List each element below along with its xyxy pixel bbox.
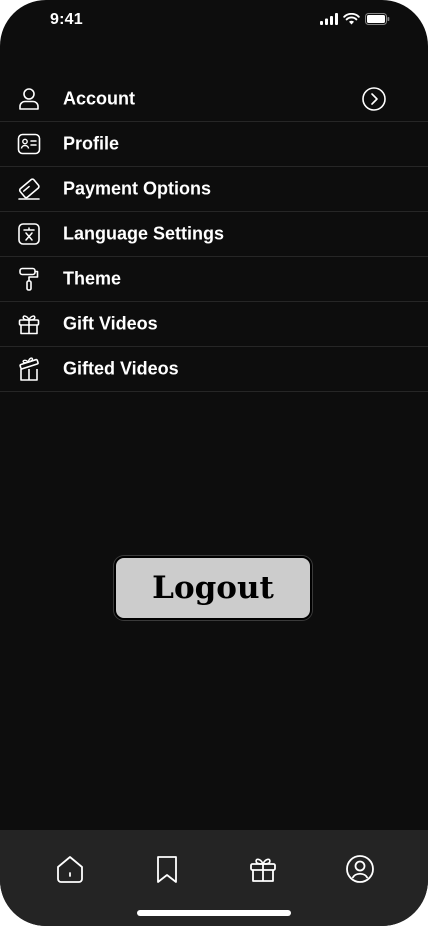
tab-home[interactable] bbox=[53, 852, 87, 886]
tab-profile[interactable] bbox=[343, 852, 377, 886]
status-icons bbox=[320, 13, 390, 25]
menu-item-gift-videos[interactable]: Gift Videos bbox=[0, 302, 428, 347]
menu-item-language-settings[interactable]: Language Settings bbox=[0, 212, 428, 257]
menu-item-payment-options[interactable]: Payment Options bbox=[0, 167, 428, 212]
card-icon bbox=[18, 178, 40, 200]
signal-icon bbox=[320, 13, 338, 25]
menu-item-account[interactable]: Account bbox=[0, 77, 428, 122]
logout-button[interactable]: Logout bbox=[114, 556, 312, 620]
chevron-right-circle-icon[interactable] bbox=[361, 86, 387, 112]
paint-roller-icon bbox=[19, 267, 39, 291]
menu-item-label: Gift Videos bbox=[63, 313, 158, 334]
user-icon bbox=[19, 88, 39, 110]
menu-item-label: Account bbox=[63, 88, 135, 109]
gifted-icon bbox=[19, 357, 39, 381]
menu-item-label: Theme bbox=[63, 268, 122, 289]
menu-item-label: Profile bbox=[63, 133, 120, 154]
menu-item-theme[interactable]: Theme bbox=[0, 257, 428, 302]
profile-icon bbox=[346, 855, 374, 883]
translate-icon bbox=[18, 223, 40, 245]
menu-item-label: Payment Options bbox=[63, 178, 212, 199]
gift-icon bbox=[18, 315, 40, 335]
menu-item-profile[interactable]: Profile bbox=[0, 122, 428, 167]
menu-item-gifted-videos[interactable]: Gifted Videos bbox=[0, 347, 428, 392]
home-icon bbox=[57, 856, 83, 883]
battery-icon bbox=[365, 13, 390, 25]
status-bar: 9:41 bbox=[0, 0, 428, 44]
menu-item-label: Gifted Videos bbox=[63, 358, 179, 379]
settings-menu: Account Profile Payment Options Language… bbox=[0, 77, 428, 392]
menu-item-label: Language Settings bbox=[63, 223, 225, 244]
home-indicator bbox=[137, 910, 291, 916]
status-time: 9:41 bbox=[50, 11, 83, 28]
tab-bookmarks[interactable] bbox=[150, 852, 184, 886]
id-card-icon bbox=[17, 133, 41, 155]
bookmark-icon bbox=[157, 856, 177, 883]
gift-icon bbox=[250, 858, 276, 882]
tab-gifts[interactable] bbox=[246, 852, 280, 886]
phone-screen: 9:41 Account Profile Payment Options Lan… bbox=[0, 0, 428, 926]
wifi-icon bbox=[343, 13, 360, 25]
